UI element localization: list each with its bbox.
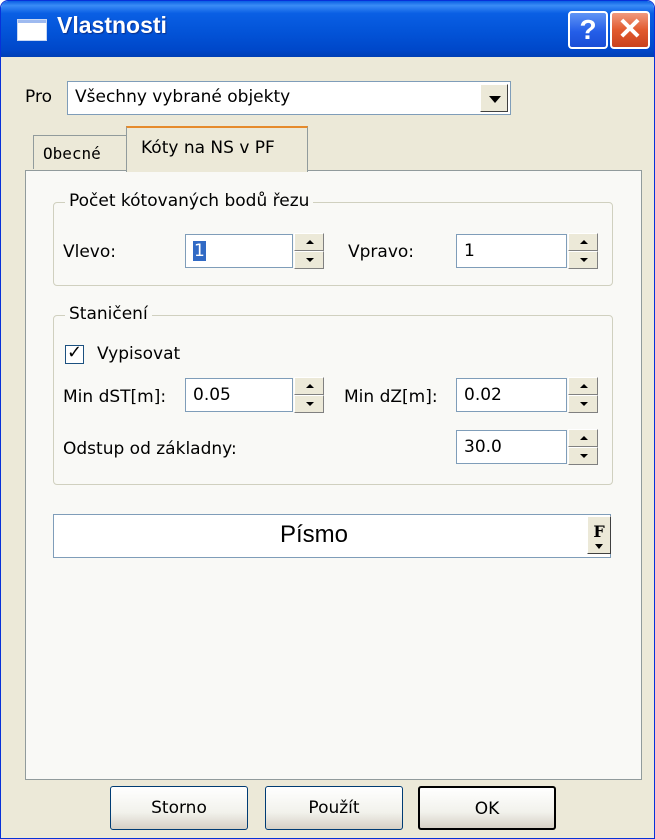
font-button[interactable]: F [587, 516, 611, 554]
min-dz-value: 0.02 [464, 385, 502, 405]
vypisovat-checkbox[interactable]: ✓ [65, 342, 84, 364]
spin-up-icon[interactable] [568, 429, 598, 447]
min-dz-label: Min dZ[m]: [344, 387, 438, 407]
min-dst-spinner[interactable] [294, 377, 324, 413]
vypisovat-label[interactable]: Vypisovat [97, 344, 180, 364]
right-count-input[interactable]: 1 [456, 234, 567, 268]
left-label: Vlevo: [63, 242, 117, 262]
title-bar[interactable]: Vlastnosti ? ✕ [1, 1, 654, 57]
group-point-count-legend: Počet kótovaných bodů řezu [65, 191, 314, 211]
tab-koty-label: Kóty na NS v PF [141, 138, 275, 158]
right-count-value: 1 [464, 241, 475, 261]
min-dz-spinner[interactable] [568, 377, 598, 413]
ok-button[interactable]: OK [418, 786, 556, 830]
min-dz-input[interactable]: 0.02 [456, 378, 567, 412]
font-preview-text: Písmo [279, 521, 348, 548]
spin-down-icon[interactable] [568, 395, 598, 413]
window-title: Vlastnosti [57, 12, 167, 38]
left-count-value: 1 [193, 241, 206, 261]
spin-down-icon[interactable] [568, 447, 598, 465]
min-dst-label: Min dST[m]: [63, 387, 167, 407]
help-button[interactable]: ? [568, 11, 608, 49]
group-station-legend: Staničení [65, 304, 152, 324]
right-label: Vpravo: [348, 242, 415, 262]
offset-value: 30.0 [464, 437, 502, 457]
spin-up-icon[interactable] [568, 233, 598, 251]
chevron-down-icon[interactable] [480, 84, 508, 112]
min-dst-input[interactable]: 0.05 [185, 378, 293, 412]
spin-down-icon[interactable] [294, 251, 324, 269]
apply-button[interactable]: Použít [265, 786, 403, 830]
tab-obecne[interactable]: Obecné [33, 135, 127, 169]
storno-button[interactable]: Storno [110, 786, 248, 830]
left-count-input[interactable]: 1 [185, 234, 293, 268]
spin-down-icon[interactable] [568, 251, 598, 269]
window-icon [17, 19, 47, 41]
check-icon: ✓ [67, 342, 83, 363]
pro-label: Pro [25, 87, 52, 107]
font-preview: Písmo [53, 514, 611, 558]
pro-select[interactable]: Všechny vybrané objekty [67, 81, 511, 115]
properties-dialog: Vlastnosti ? ✕ Pro Všechny vybrané objek… [0, 0, 655, 839]
spin-up-icon[interactable] [294, 377, 324, 395]
pro-select-value: Všechny vybrané objekty [75, 87, 291, 107]
spin-up-icon[interactable] [294, 233, 324, 251]
tab-obecne-label: Obecné [43, 144, 101, 163]
spin-down-icon[interactable] [294, 395, 324, 413]
close-button[interactable]: ✕ [610, 11, 650, 49]
offset-label: Odstup od základny: [63, 439, 237, 459]
spin-up-icon[interactable] [568, 377, 598, 395]
left-count-spinner[interactable] [294, 233, 324, 269]
tab-koty-na-ns[interactable]: Kóty na NS v PF [126, 126, 308, 172]
min-dst-value: 0.05 [193, 385, 231, 405]
offset-spinner[interactable] [568, 429, 598, 465]
offset-input[interactable]: 30.0 [456, 430, 567, 464]
right-count-spinner[interactable] [568, 233, 598, 269]
